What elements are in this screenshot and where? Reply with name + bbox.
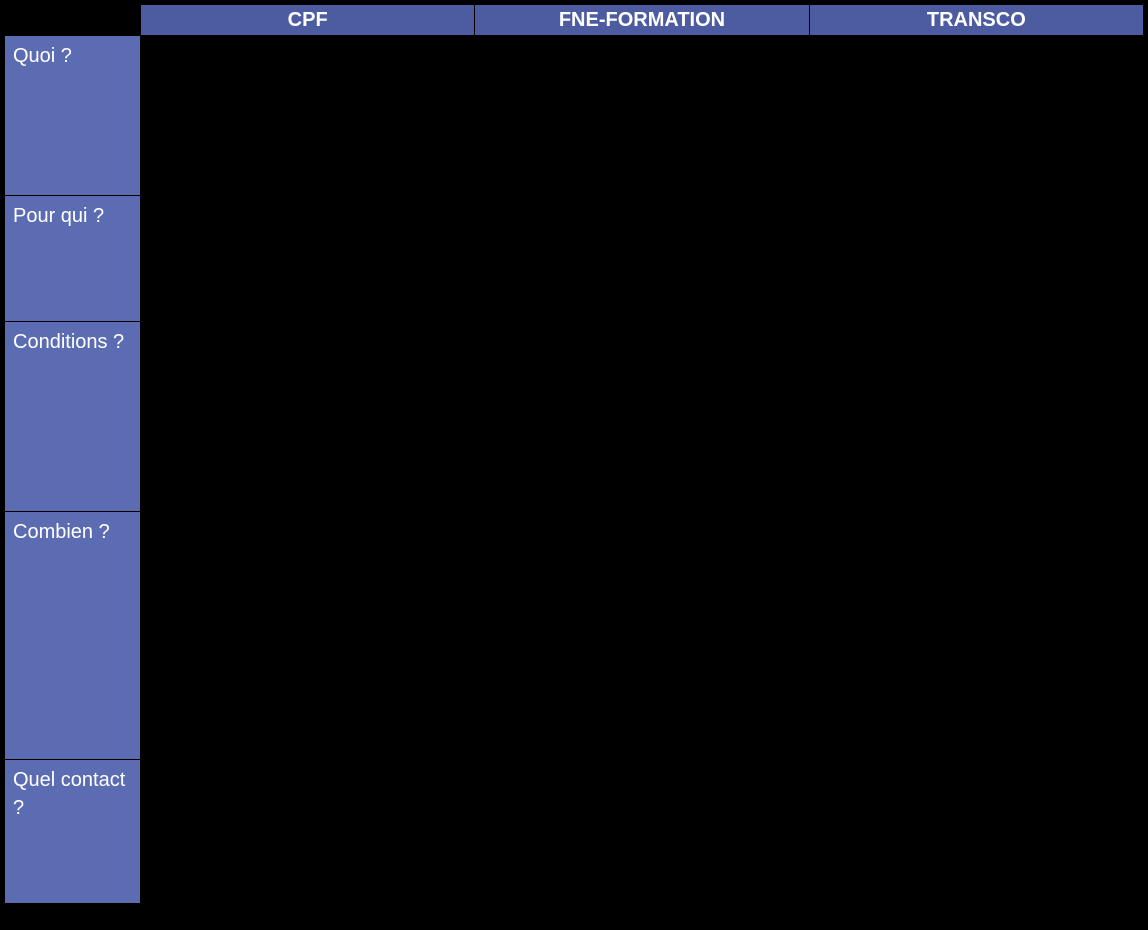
row-conditions: Conditions ? [5, 322, 1144, 512]
cell-pourqui-fne [475, 196, 809, 322]
cell-combien-transco [809, 512, 1143, 760]
cell-conditions-fne [475, 322, 809, 512]
row-header-conditions: Conditions ? [5, 322, 141, 512]
row-pourqui: Pour qui ? [5, 196, 1144, 322]
cell-pourqui-cpf [141, 196, 475, 322]
cell-pourqui-transco [809, 196, 1143, 322]
cell-conditions-cpf [141, 322, 475, 512]
col-header-transco: TRANSCO [809, 5, 1143, 36]
cell-combien-cpf [141, 512, 475, 760]
cell-contact-transco [809, 760, 1143, 904]
cell-quoi-fne [475, 36, 809, 196]
row-header-pourqui: Pour qui ? [5, 196, 141, 322]
comparison-table: CPF FNE-FORMATION TRANSCO Quoi ? Pour qu… [4, 4, 1144, 904]
col-header-fne: FNE-FORMATION [475, 5, 809, 36]
corner-cell [5, 5, 141, 36]
cell-combien-fne [475, 512, 809, 760]
row-contact: Quel contact ? [5, 760, 1144, 904]
row-header-combien: Combien ? [5, 512, 141, 760]
cell-contact-fne [475, 760, 809, 904]
row-header-contact: Quel contact ? [5, 760, 141, 904]
col-header-cpf: CPF [141, 5, 475, 36]
cell-quoi-transco [809, 36, 1143, 196]
row-combien: Combien ? [5, 512, 1144, 760]
row-quoi: Quoi ? [5, 36, 1144, 196]
cell-quoi-cpf [141, 36, 475, 196]
cell-conditions-transco [809, 322, 1143, 512]
row-header-quoi: Quoi ? [5, 36, 141, 196]
header-row: CPF FNE-FORMATION TRANSCO [5, 5, 1144, 36]
cell-contact-cpf [141, 760, 475, 904]
